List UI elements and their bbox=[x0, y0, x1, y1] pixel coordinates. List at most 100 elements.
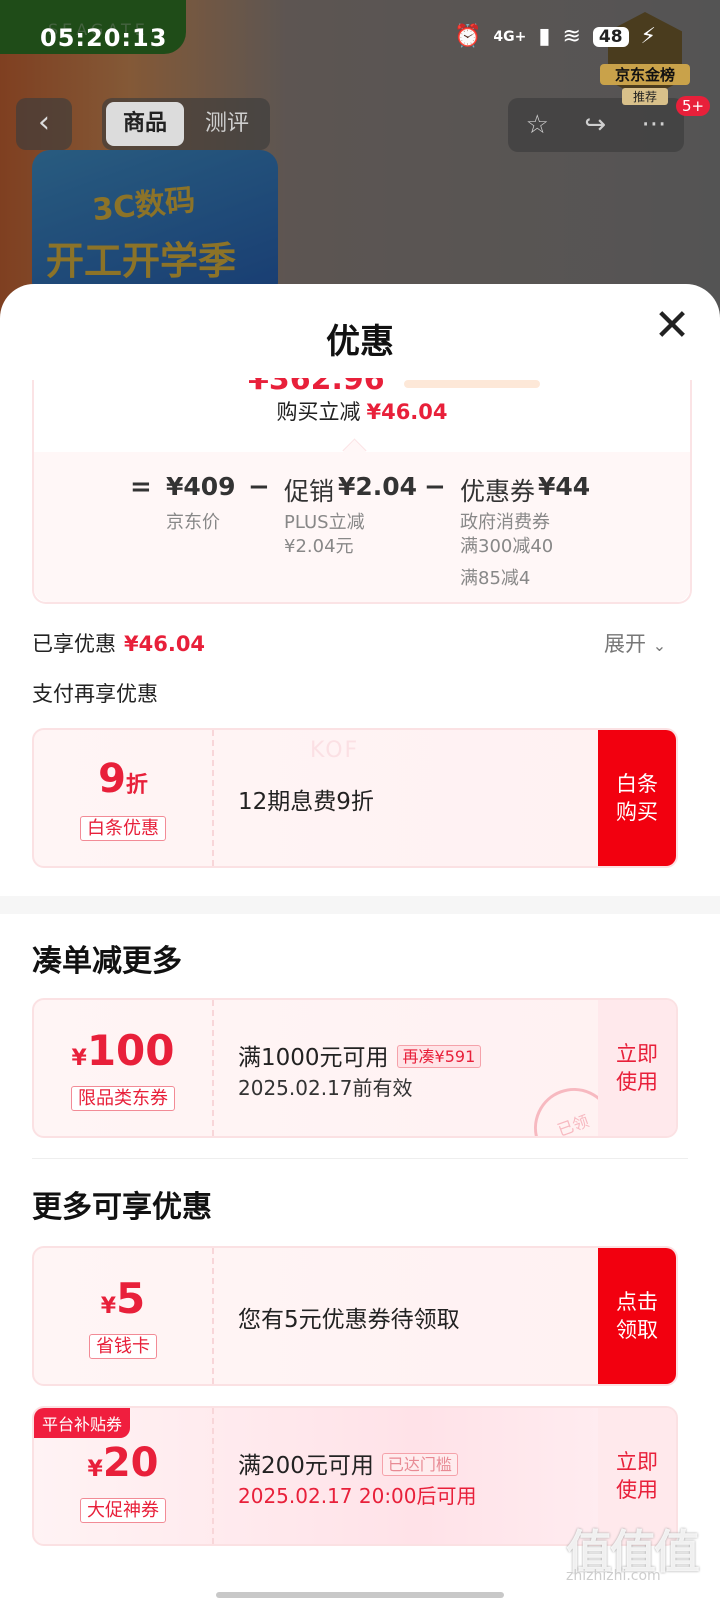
coupon-tag: 大促神券 bbox=[34, 1496, 212, 1523]
rank-title: 京东金榜 bbox=[600, 64, 690, 85]
discount-sheet: 优惠 ✕ ¥362.96 购买立减¥46.04 = ¥409 京东价 − 促销 … bbox=[0, 284, 720, 1600]
promo-value: ¥2.04 bbox=[338, 472, 418, 501]
enjoyed-value: ¥46.04 bbox=[124, 632, 206, 656]
combine-coupon: ¥100 限品类东券 满1000元可用 再凑¥591 2025.02.17前有效 … bbox=[32, 998, 678, 1138]
charging-icon: ⚡ bbox=[640, 24, 656, 49]
coupon-label: 优惠券 bbox=[460, 477, 536, 506]
currency-symbol: ¥ bbox=[87, 1457, 103, 1482]
tab-product[interactable]: 商品 bbox=[106, 102, 184, 146]
status-bar: 05:20:13 ⏰ 4G+ ▮ ≋ 48 ⚡ bbox=[40, 20, 700, 60]
home-indicator[interactable] bbox=[216, 1592, 504, 1598]
instant-discount-value: ¥46.04 bbox=[366, 400, 448, 424]
dashed-divider bbox=[212, 1248, 214, 1384]
price-calculation-card: ¥362.96 购买立减¥46.04 = ¥409 京东价 − 促销 ¥2.04… bbox=[32, 378, 692, 604]
expand-toggle[interactable]: 展开 ⌄ bbox=[604, 628, 666, 658]
currency-symbol: ¥ bbox=[71, 1046, 87, 1071]
platform-chip: 已达门槛 bbox=[381, 1453, 458, 1476]
alarm-icon: ⏰ bbox=[453, 24, 482, 49]
coupon-left: ¥20 大促神券 bbox=[34, 1408, 212, 1544]
battery-level: 48 bbox=[592, 26, 629, 47]
minus-sign: − bbox=[248, 472, 270, 502]
combine-chip: 再凑¥591 bbox=[396, 1045, 482, 1068]
sheet-title: 优惠 bbox=[326, 322, 394, 362]
pay-more-label: 支付再享优惠 bbox=[32, 682, 158, 706]
coupon-sub-3: 满85减4 bbox=[460, 568, 531, 589]
section-separator bbox=[0, 896, 720, 914]
use-now-button[interactable]: 立即 使用 bbox=[598, 1000, 676, 1136]
jd-price-value: ¥409 bbox=[166, 472, 236, 501]
network-label: 4G+ bbox=[493, 28, 527, 45]
saving-card-desc: 您有5元优惠券待领取 bbox=[238, 1307, 460, 1333]
platform-validity: 2025.02.17 20:00后可用 bbox=[238, 1484, 477, 1508]
platform-desc-row: 满200元可用 已达门槛 bbox=[238, 1446, 458, 1480]
back-button[interactable]: ‹ bbox=[16, 98, 72, 150]
instant-discount-label: 购买立减 bbox=[276, 400, 361, 424]
more-icon[interactable]: ··· bbox=[642, 110, 667, 140]
promo-label: 促销 bbox=[284, 477, 335, 506]
equals-sign: = bbox=[130, 472, 152, 502]
coupon-value: 100 bbox=[86, 1026, 175, 1075]
rank-subtitle: 推荐 bbox=[622, 88, 668, 105]
coupon-value: ¥44 bbox=[538, 472, 591, 501]
dashed-divider bbox=[212, 730, 214, 866]
wifi-icon: ≋ bbox=[562, 24, 581, 49]
saving-card-coupon: ¥5 省钱卡 您有5元优惠券待领取 点击 领取 bbox=[32, 1246, 678, 1386]
coupon-amount: ¥20 bbox=[34, 1440, 212, 1486]
claim-button[interactable]: 点击 领取 bbox=[598, 1248, 676, 1384]
system-icons: ⏰ 4G+ ▮ ≋ 48 ⚡ bbox=[454, 24, 656, 49]
site-watermark-url: zhizhizhi.com bbox=[566, 1568, 661, 1584]
use-now-label: 立即 使用 bbox=[616, 1042, 658, 1094]
tab-review[interactable]: 测评 bbox=[188, 102, 266, 146]
chevron-left-icon: ‹ bbox=[38, 105, 50, 140]
top-actions: ☆ ↪ ··· bbox=[508, 98, 684, 152]
coupon-sub-2: 满300减40 bbox=[460, 536, 554, 557]
close-icon[interactable]: ✕ bbox=[650, 304, 694, 350]
coupon-value: 20 bbox=[102, 1440, 159, 1486]
section-title-combine: 凑单减更多 bbox=[32, 944, 182, 979]
status-time: 05:20:13 bbox=[40, 24, 168, 52]
instant-discount-row: 购买立减 ¥46.04 bbox=[34, 396, 690, 426]
price-tag-bar bbox=[404, 380, 540, 388]
coupon-amount: 9折 bbox=[34, 756, 212, 802]
coupon-value: 5 bbox=[116, 1274, 146, 1323]
coupon-left: 9折 白条优惠 bbox=[34, 730, 212, 866]
jd-price-label: 京东价 bbox=[166, 512, 220, 533]
coupon-amount: ¥5 bbox=[34, 1274, 212, 1323]
section-title-more: 更多可享优惠 bbox=[32, 1190, 212, 1225]
baitiao-tag: 白条优惠 bbox=[80, 816, 166, 841]
price-breakdown: = ¥409 京东价 − 促销 ¥2.04 PLUS立减 ¥2.04元 − 优惠… bbox=[34, 452, 690, 602]
coupon-sub-1: 政府消费券 bbox=[460, 512, 550, 533]
saving-card-tag: 省钱卡 bbox=[89, 1334, 157, 1359]
chevron-down-icon: ⌄ bbox=[652, 636, 667, 655]
promo-sub-2: ¥2.04元 bbox=[284, 536, 354, 557]
promo-sub-1: PLUS立减 bbox=[284, 512, 365, 533]
coupon-tag: 白条优惠 bbox=[34, 814, 212, 841]
coupon-amount: ¥100 bbox=[34, 1026, 212, 1075]
coupon-left: ¥100 限品类东券 bbox=[34, 1000, 212, 1136]
baitiao-button-label: 白条 购买 bbox=[616, 772, 658, 824]
claim-label: 点击 领取 bbox=[616, 1290, 658, 1342]
divider-line bbox=[32, 1158, 688, 1159]
minus-sign: − bbox=[424, 472, 446, 502]
coupon-left: ¥5 省钱卡 bbox=[34, 1248, 212, 1384]
currency-symbol: ¥ bbox=[100, 1294, 117, 1319]
share-icon[interactable]: ↪ bbox=[584, 110, 606, 140]
expand-label: 展开 bbox=[604, 632, 646, 656]
product-tabs: 商品 测评 bbox=[102, 98, 270, 150]
enjoyed-label: 已享优惠 bbox=[32, 632, 116, 656]
dashed-divider bbox=[212, 1000, 214, 1136]
combine-validity: 2025.02.17前有效 bbox=[238, 1076, 413, 1100]
combine-desc-row: 满1000元可用 再凑¥591 bbox=[238, 1038, 482, 1072]
coupon-tag: 限品类东券 bbox=[34, 1084, 212, 1111]
cart-count-badge: 5+ bbox=[676, 96, 711, 116]
use-now-label: 立即 使用 bbox=[616, 1450, 658, 1502]
enjoyed-discount: 已享优惠 ¥46.04 bbox=[32, 628, 205, 658]
baitiao-buy-button[interactable]: 白条 购买 bbox=[598, 730, 676, 866]
faint-watermark: KOF bbox=[310, 738, 360, 763]
baitiao-desc: 12期息费9折 bbox=[238, 789, 374, 815]
discount-rate: 9 bbox=[98, 756, 126, 802]
platform-tag: 大促神券 bbox=[80, 1498, 166, 1523]
favorite-star-icon[interactable]: ☆ bbox=[526, 110, 549, 140]
coupon-tag: 省钱卡 bbox=[34, 1332, 212, 1359]
final-price-partial: ¥362.96 bbox=[248, 378, 385, 390]
